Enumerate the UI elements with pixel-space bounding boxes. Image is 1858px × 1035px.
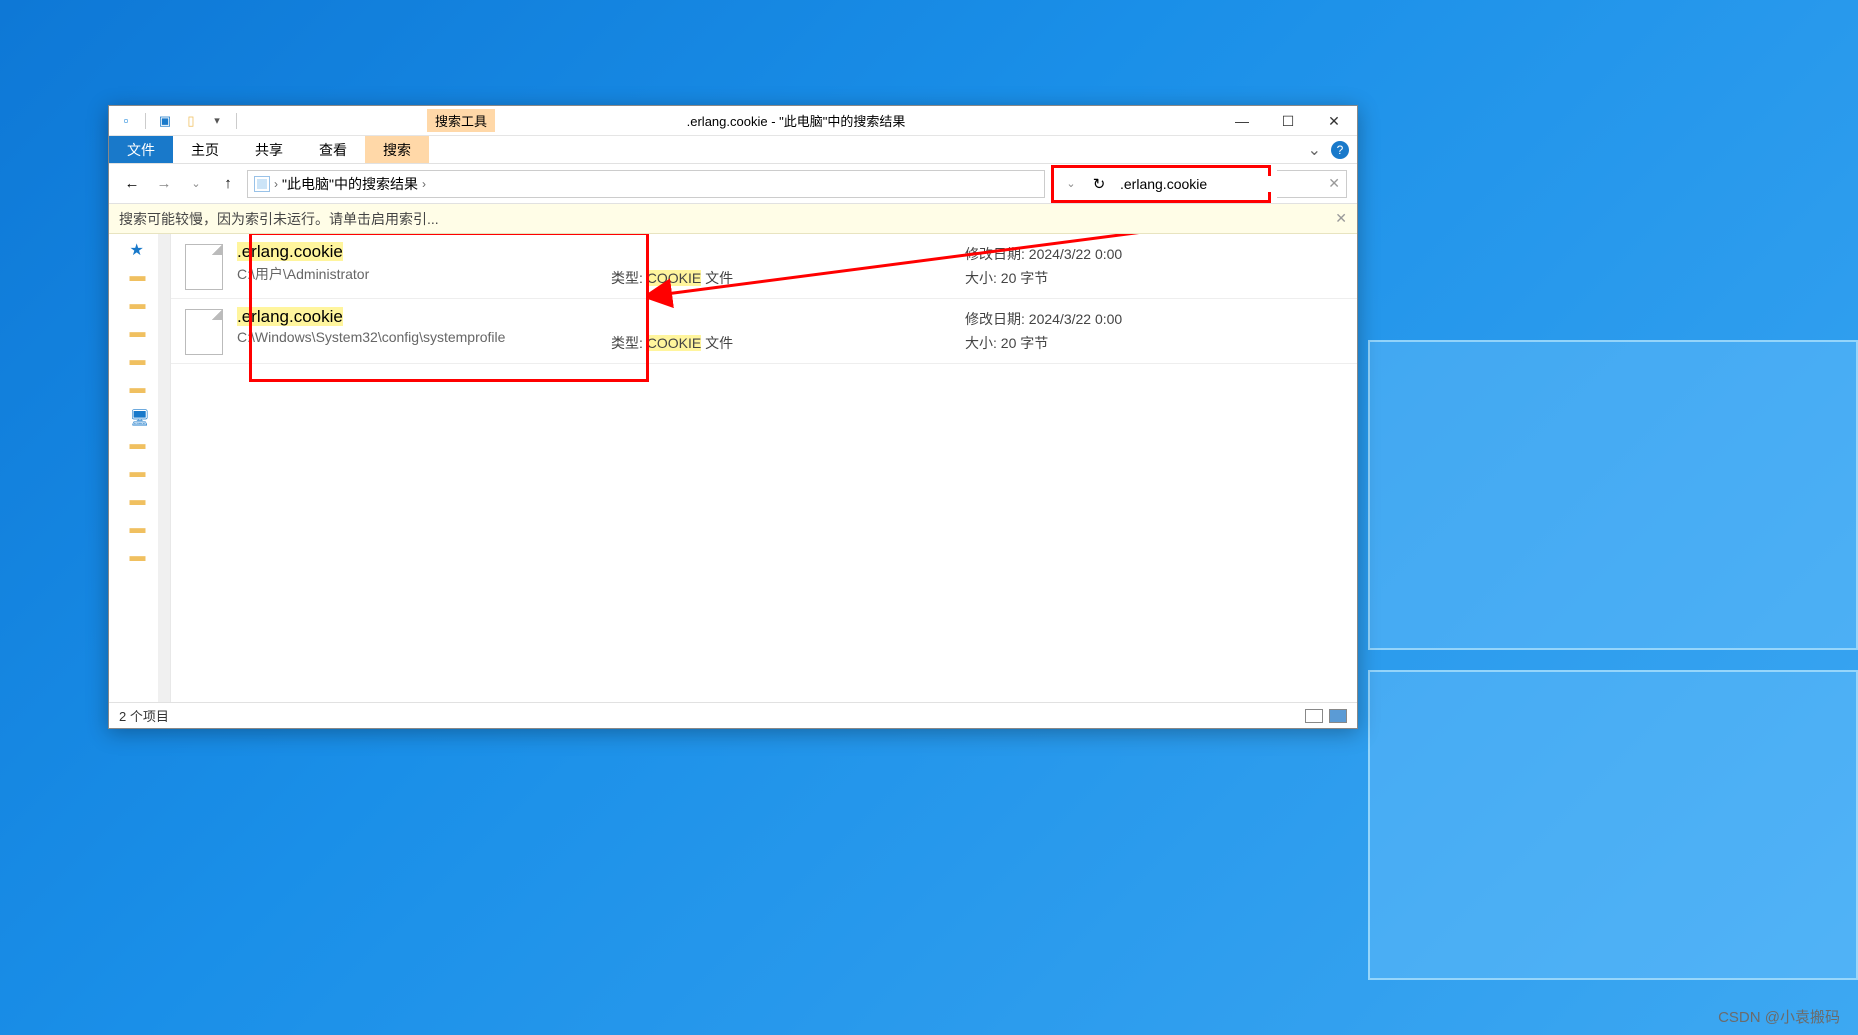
search-suffix: ✕ [1277, 170, 1347, 198]
search-result-row[interactable]: .erlang.cookie C:\用户\Administrator 类型: C… [171, 234, 1357, 299]
folder-icon[interactable]: ▬ [130, 464, 150, 484]
quick-access-icon[interactable]: ★ [130, 240, 150, 260]
folder-icon[interactable]: ▬ [130, 268, 150, 288]
tab-search[interactable]: 搜索 [365, 136, 429, 163]
search-result-row[interactable]: .erlang.cookie C:\Windows\System32\confi… [171, 299, 1357, 364]
desktop-decor [1368, 340, 1858, 980]
this-pc-icon[interactable]: 🖥 [130, 408, 150, 428]
refresh-button[interactable]: ↻ [1086, 171, 1112, 197]
breadcrumb[interactable]: › "此电脑"中的搜索结果 › [247, 170, 1045, 198]
info-bar[interactable]: 搜索可能较慢，因为索引未运行。请单击启用索引... ✕ [109, 204, 1357, 234]
chevron-right-icon[interactable]: › [274, 177, 278, 191]
explorer-body: ★ ▬ ▬ ▬ ▬ ▬ 🖥 ▬ ▬ ▬ ▬ ▬ .erlang.cookie [109, 234, 1357, 702]
desktop-rect [1368, 670, 1858, 980]
recent-dropdown[interactable]: ⌄ [183, 171, 209, 197]
info-bar-message: 搜索可能较慢，因为索引未运行。请单击启用索引... [119, 209, 439, 229]
breadcrumb-dropdown[interactable]: ⌄ [1058, 171, 1084, 197]
ribbon-right: ⌄ ? [1308, 140, 1349, 160]
result-filename: .erlang.cookie [237, 242, 597, 262]
titlebar[interactable]: ▫ ▣ ▯ ▾ 搜索工具 .erlang.cookie - "此电脑"中的搜索结… [109, 106, 1357, 136]
view-switcher [1305, 709, 1347, 723]
info-bar-close-icon[interactable]: ✕ [1335, 210, 1347, 227]
checkmark-icon[interactable]: ▣ [156, 112, 174, 130]
up-button[interactable]: ↑ [215, 171, 241, 197]
folder-icon[interactable]: ▬ [130, 296, 150, 316]
folder-icon[interactable]: ▬ [130, 352, 150, 372]
results-pane[interactable]: .erlang.cookie C:\用户\Administrator 类型: C… [171, 234, 1357, 702]
result-path: C:\Windows\System32\config\systemprofile [237, 329, 597, 345]
result-name-col: .erlang.cookie C:\Windows\System32\confi… [237, 307, 597, 345]
explorer-icon[interactable]: ▯ [182, 112, 200, 130]
tab-file[interactable]: 文件 [109, 136, 173, 163]
status-item-count: 2 个项目 [119, 706, 169, 725]
maximize-button[interactable]: ☐ [1265, 106, 1311, 136]
file-icon [185, 244, 223, 290]
result-name-col: .erlang.cookie C:\用户\Administrator [237, 242, 597, 284]
separator [145, 113, 146, 129]
window-controls: — ☐ ✕ [1219, 106, 1357, 136]
folder-icon[interactable]: ▬ [130, 380, 150, 400]
back-button[interactable]: ← [119, 171, 145, 197]
folder-icon[interactable]: ▬ [130, 520, 150, 540]
separator [236, 113, 237, 129]
quick-access-toolbar: ▫ ▣ ▯ ▾ [109, 112, 247, 130]
result-meta-col: 修改日期: 2024/3/22 0:00 大小: 20 字节 [965, 307, 1122, 353]
dropdown-icon[interactable]: ▾ [208, 112, 226, 130]
result-type-col: 类型: COOKIE 文件 [611, 307, 951, 353]
watermark: CSDN @小袁搬码 [1718, 1006, 1840, 1027]
result-type-col: 类型: COOKIE 文件 [611, 242, 951, 288]
result-meta-col: 修改日期: 2024/3/22 0:00 大小: 20 字节 [965, 242, 1122, 288]
status-bar: 2 个项目 [109, 702, 1357, 728]
folder-icon[interactable]: ▬ [130, 436, 150, 456]
icons-view-icon[interactable] [1329, 709, 1347, 723]
explorer-window: ▫ ▣ ▯ ▾ 搜索工具 .erlang.cookie - "此电脑"中的搜索结… [108, 105, 1358, 729]
tab-home[interactable]: 主页 [173, 136, 237, 163]
close-button[interactable]: ✕ [1311, 106, 1357, 136]
result-filename: .erlang.cookie [237, 307, 597, 327]
result-path: C:\用户\Administrator [237, 264, 597, 284]
desktop-rect [1368, 340, 1858, 650]
app-icon: ▫ [117, 112, 135, 130]
breadcrumb-text[interactable]: "此电脑"中的搜索结果 [282, 174, 418, 194]
folder-icon[interactable]: ▬ [130, 324, 150, 344]
search-tools-tab-label[interactable]: 搜索工具 [427, 109, 495, 132]
tab-view[interactable]: 查看 [301, 136, 365, 163]
ribbon-tabs: 文件 主页 共享 查看 搜索 ⌄ ? [109, 136, 1357, 164]
search-input-wrapper [1114, 170, 1264, 198]
help-icon[interactable]: ? [1331, 141, 1349, 159]
file-icon [185, 309, 223, 355]
details-view-icon[interactable] [1305, 709, 1323, 723]
clear-search-icon[interactable]: ✕ [1328, 175, 1340, 192]
search-input[interactable] [1120, 176, 1301, 192]
minimize-button[interactable]: — [1219, 106, 1265, 136]
chevron-down-icon[interactable]: ⌄ [1308, 140, 1321, 160]
forward-button[interactable]: → [151, 171, 177, 197]
navigation-pane[interactable]: ★ ▬ ▬ ▬ ▬ ▬ 🖥 ▬ ▬ ▬ ▬ ▬ [109, 234, 171, 702]
annotation-search-highlight: ⌄ ↻ [1051, 165, 1271, 203]
address-bar: ← → ⌄ ↑ › "此电脑"中的搜索结果 › ⌄ ↻ ✕ [109, 164, 1357, 204]
folder-icon[interactable]: ▬ [130, 492, 150, 512]
location-icon [254, 176, 270, 192]
chevron-right-icon[interactable]: › [422, 177, 426, 191]
tab-share[interactable]: 共享 [237, 136, 301, 163]
folder-icon[interactable]: ▬ [130, 548, 150, 568]
